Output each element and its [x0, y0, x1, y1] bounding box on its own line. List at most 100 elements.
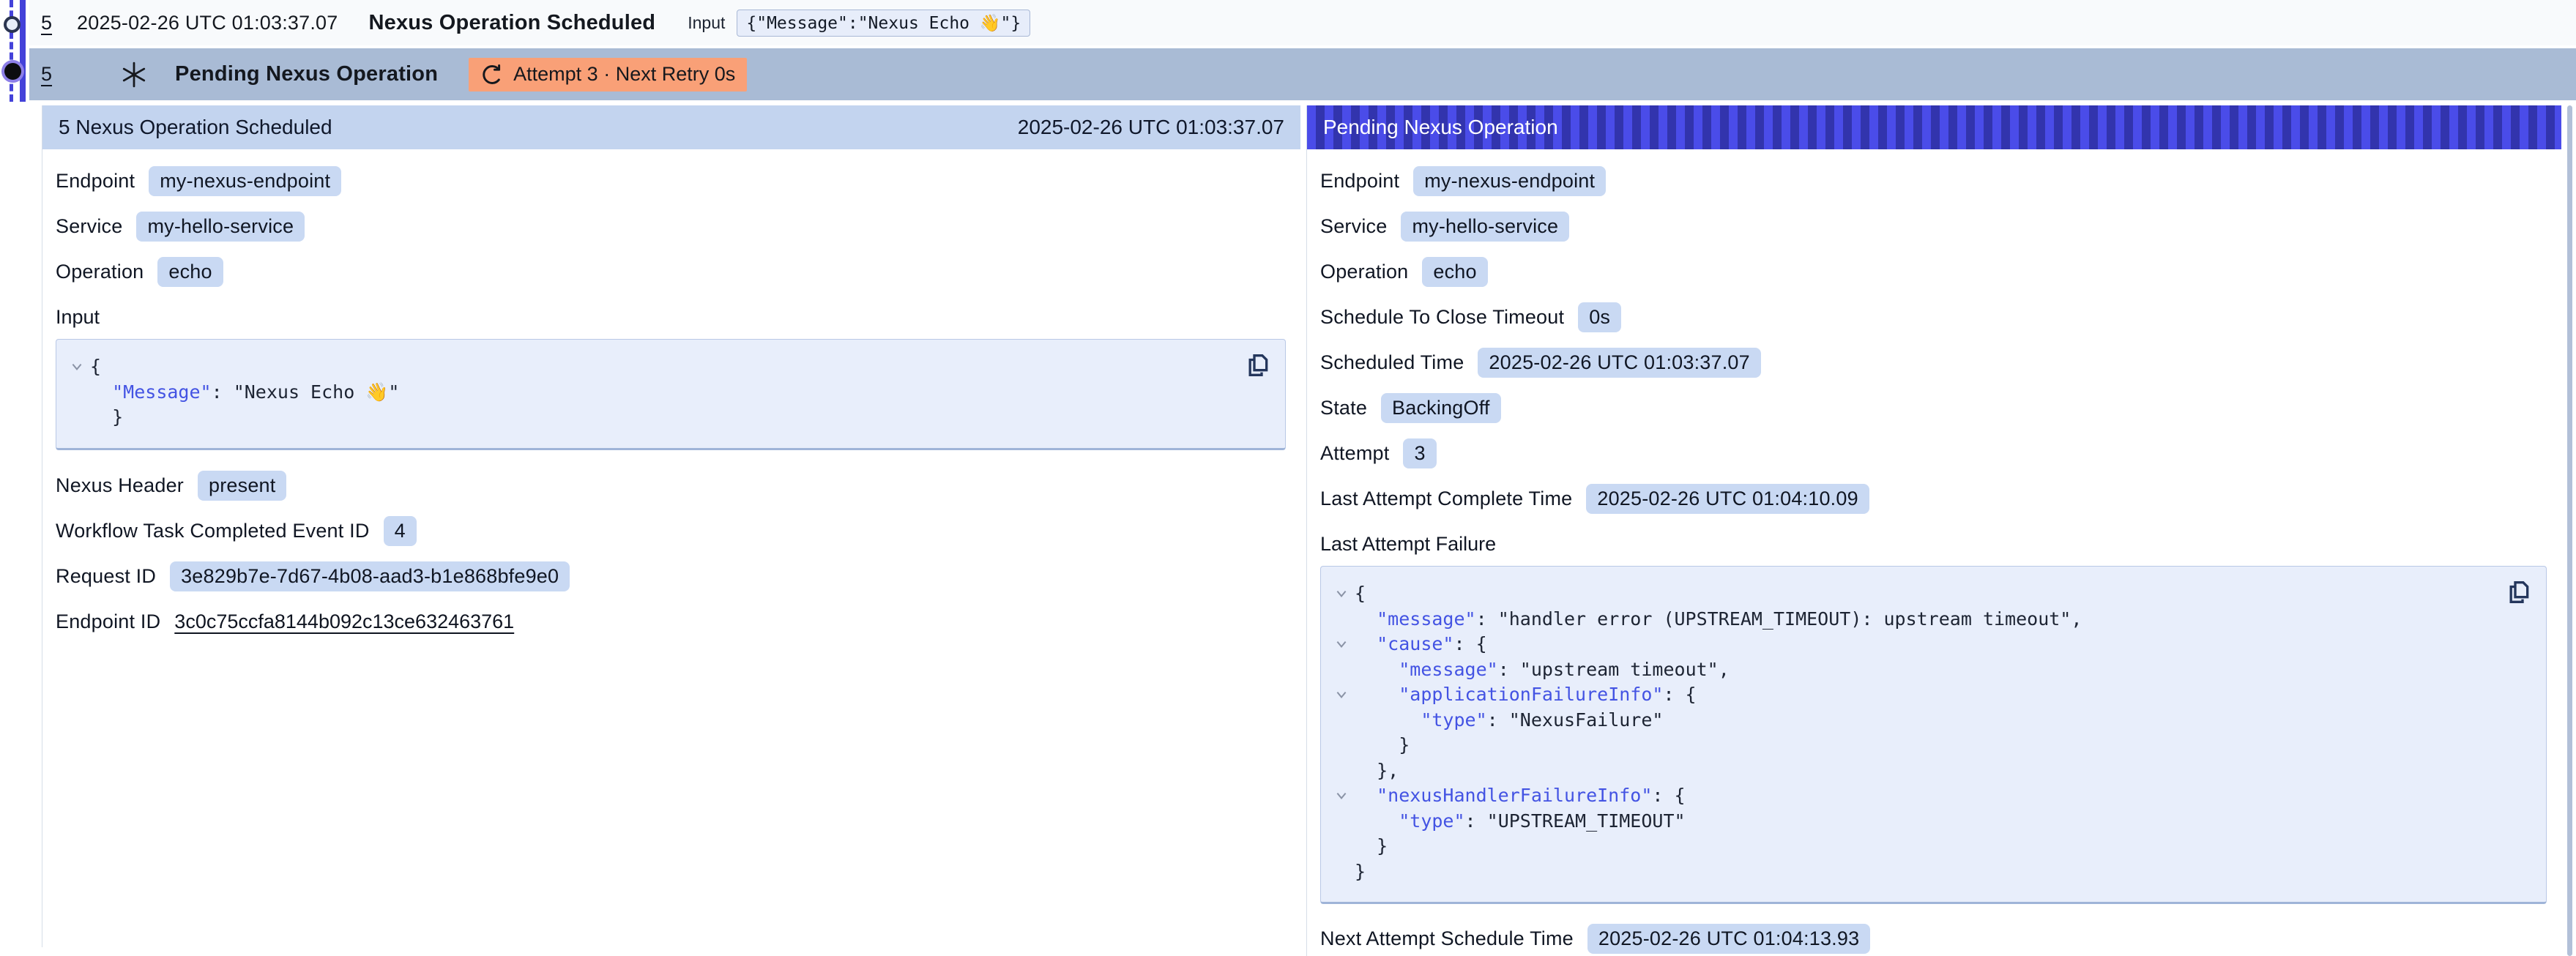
field-last-attempt-complete-time: Last Attempt Complete Time 2025-02-26 UTC…: [1320, 483, 2547, 514]
field-label: Scheduled Time: [1320, 351, 1464, 374]
code-gutter: [1328, 859, 1355, 885]
code-line: "Message": "Nexus Echo 👋": [64, 380, 1270, 406]
field-value-chip: my-nexus-endpoint: [149, 166, 341, 196]
field-service: Servicemy-hello-service: [1320, 211, 2547, 242]
vertical-scrollbar[interactable]: [2567, 105, 2572, 956]
field-value-link[interactable]: 3c0c75ccfa8144b092c13ce632463761: [174, 610, 514, 633]
event-id-link[interactable]: 5: [41, 12, 52, 34]
copy-icon: [2504, 578, 2534, 607]
field-value-chip: 2025-02-26 UTC 01:04:13.93: [1587, 924, 1870, 954]
field-endpoint: Endpoint my-nexus-endpoint: [1320, 165, 2547, 196]
event-row-pending-nexus-operation[interactable]: 5 Pending Nexus Operation Attempt 3 · Ne…: [29, 48, 2576, 100]
attempt-retry-badge: Attempt 3 · Next Retry 0s: [469, 58, 747, 92]
code-text: "message": "upstream timeout",: [1355, 657, 1730, 683]
pending-asterisk-icon: [121, 61, 147, 88]
fields-top: Endpointmy-nexus-endpointServicemy-hello…: [56, 165, 1286, 287]
panel-nexus-operation-scheduled: 5 Nexus Operation Scheduled 2025-02-26 U…: [42, 105, 1300, 947]
fields-bottom: Nexus Header present Workflow Task Complet…: [56, 471, 1286, 638]
code-text: "Message": "Nexus Echo 👋": [90, 380, 399, 406]
field-label: Endpoint: [56, 170, 135, 193]
panel-header: 5 Nexus Operation Scheduled 2025-02-26 U…: [42, 105, 1300, 149]
code-text: }: [1355, 859, 1366, 885]
field-next-attempt-schedule-time: Next Attempt Schedule Time2025-02-26 UTC…: [1320, 923, 2547, 954]
code-gutter: [1328, 733, 1355, 758]
event-id-link[interactable]: 5: [41, 63, 52, 86]
field-value-chip: 3e829b7e-7d67-4b08-aad3-b1e868bfe9e0: [170, 561, 570, 591]
field-workflow-task-completed-event-id: Workflow Task Completed Event ID4: [56, 516, 1286, 547]
field-label: Endpoint: [1320, 170, 1399, 193]
collapse-chevron-icon[interactable]: [1328, 783, 1355, 809]
code-line: }: [1328, 733, 2531, 758]
field-attempt: Attempt3: [1320, 438, 2547, 468]
field-scheduled-time: Scheduled Time2025-02-26 UTC 01:03:37.07: [1320, 347, 2547, 378]
code-text: }: [90, 405, 123, 430]
collapse-chevron-icon[interactable]: [1328, 682, 1355, 708]
code-gutter: [1328, 657, 1355, 683]
code-line: },: [1328, 758, 2531, 784]
panel-header-striped: Pending Nexus Operation: [1307, 105, 2561, 149]
collapse-chevron-icon[interactable]: [1328, 632, 1355, 657]
field-value-chip: my-hello-service: [1401, 212, 1569, 242]
code-text: "message": "handler error (UPSTREAM_TIME…: [1355, 607, 2082, 632]
event-title: Nexus Operation Scheduled: [368, 11, 655, 35]
code-line: "message": "upstream timeout",: [1328, 657, 2531, 683]
code-line: "type": "NexusFailure": [1328, 708, 2531, 733]
code-gutter: [1328, 834, 1355, 859]
code-line: "applicationFailureInfo": {: [1328, 682, 2531, 708]
code-text: }: [1355, 733, 1410, 758]
field-label: State: [1320, 397, 1367, 419]
code-gutter: [64, 380, 90, 406]
field-operation: Operationecho: [1320, 256, 2547, 287]
code-text: "nexusHandlerFailureInfo": {: [1355, 783, 1686, 809]
code-text: "type": "NexusFailure": [1355, 708, 1663, 733]
code-gutter: [64, 405, 90, 430]
field-value-chip: present: [198, 471, 286, 501]
event-title: Pending Nexus Operation: [175, 62, 438, 86]
collapse-chevron-icon[interactable]: [1328, 581, 1355, 607]
input-preview-chip[interactable]: {"Message":"Nexus Echo 👋"}: [737, 10, 1030, 37]
field-label: Schedule To Close Timeout: [1320, 306, 1564, 329]
field-value-chip: echo: [157, 257, 223, 287]
copy-button[interactable]: [1243, 350, 1273, 381]
code-text: {: [1355, 581, 1366, 607]
code-text: {: [90, 354, 101, 380]
fields-bottom: Next Attempt Schedule Time2025-02-26 UTC…: [1320, 923, 2547, 954]
field-value-chip: my-nexus-endpoint: [1413, 166, 1606, 196]
copy-button[interactable]: [2504, 577, 2534, 608]
fields: Endpoint my-nexus-endpoint Servicemy-hello…: [1320, 165, 2547, 514]
code-line: }: [64, 405, 1270, 430]
event-timestamp: 2025-02-26 UTC 01:03:37.07: [77, 12, 338, 34]
input-mini-label: Input: [688, 13, 725, 33]
code-gutter: [1328, 809, 1355, 834]
panel-title: 5 Nexus Operation Scheduled: [59, 116, 332, 139]
field-schedule-to-close-timeout: Schedule To Close Timeout0s: [1320, 302, 2547, 332]
event-row-nexus-operation-scheduled[interactable]: 5 2025-02-26 UTC 01:03:37.07 Nexus Opera…: [29, 0, 2576, 45]
field-value-chip: 2025-02-26 UTC 01:04:10.09: [1586, 484, 1869, 514]
timeline-open-circle-icon: [4, 16, 21, 33]
field-label: Request ID: [56, 565, 156, 588]
field-label: Nexus Header: [56, 474, 184, 497]
code-line: }: [1328, 834, 2531, 859]
code-line: "nexusHandlerFailureInfo": {: [1328, 783, 2531, 809]
code-text: "cause": {: [1355, 632, 1487, 657]
code-line: "message": "handler error (UPSTREAM_TIME…: [1328, 607, 2531, 632]
attempt-badge-label: Attempt 3 · Next Retry 0s: [513, 63, 735, 86]
failure-json-block: { "message": "handler error (UPSTREAM_TI…: [1320, 566, 2547, 904]
code-line: "cause": {: [1328, 632, 2531, 657]
timeline-active-bar: [20, 0, 26, 102]
field-state: State BackingOff: [1320, 392, 2547, 423]
code-line: "type": "UPSTREAM_TIMEOUT": [1328, 809, 2531, 834]
field-value-chip: echo: [1422, 257, 1487, 287]
failure-section-label: Last Attempt Failure: [1320, 533, 2547, 556]
field-label: Operation: [56, 261, 144, 283]
field-value-chip: my-hello-service: [136, 212, 305, 242]
collapse-chevron-icon[interactable]: [64, 354, 90, 380]
code-line: {: [1328, 581, 2531, 607]
panel-timestamp: 2025-02-26 UTC 01:03:37.07: [1018, 116, 1284, 139]
timeline-dashed-line: [10, 0, 13, 102]
field-label: Last Attempt Complete Time: [1320, 488, 1572, 510]
code-line: }: [1328, 859, 2531, 885]
field-value-chip: BackingOff: [1381, 393, 1501, 423]
timeline-selected-dot-icon: [4, 63, 21, 80]
panel-pending-nexus-operation: Pending Nexus Operation Endpoint my-nexus…: [1306, 105, 2561, 956]
